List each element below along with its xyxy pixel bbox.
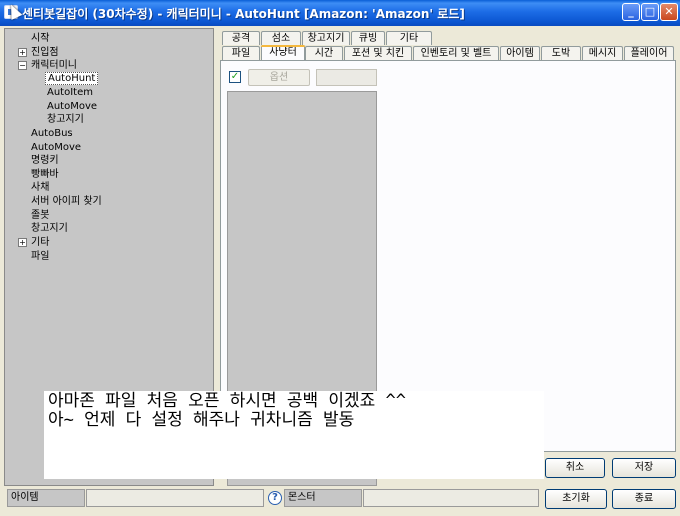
tab-item[interactable]: 아이템: [500, 46, 540, 60]
tree-item-character-mini[interactable]: 캐릭터미니: [31, 59, 77, 72]
save-button[interactable]: 저장: [612, 458, 676, 478]
tree-item-autobus[interactable]: AutoBus: [31, 127, 73, 140]
tab-attack[interactable]: 공격: [222, 31, 260, 45]
status-item-value: [86, 489, 264, 507]
status-item-label: 아이템: [7, 489, 85, 507]
minimize-button[interactable]: _: [622, 3, 640, 21]
tree-item-jolbot[interactable]: 졸봇: [31, 209, 49, 222]
tree-item-loan[interactable]: 사채: [31, 181, 49, 194]
reset-button[interactable]: 초기화: [545, 489, 607, 509]
tree-item-file[interactable]: 파일: [31, 250, 49, 263]
tree-item-autohunt[interactable]: AutoHunt: [45, 72, 99, 85]
tab-cubing[interactable]: 큐빙: [351, 31, 385, 45]
tree-item-etc[interactable]: 기타: [31, 236, 49, 249]
tab-storage[interactable]: 창고지기: [302, 31, 350, 45]
tab-seomso[interactable]: 섬소: [261, 31, 301, 45]
tree-expand-icon[interactable]: +: [18, 48, 27, 57]
caption-line-2: 아~ 언제 다 설정 해주나 귀차니즘 발동: [48, 410, 355, 430]
maximize-button[interactable]: □: [641, 3, 659, 21]
tree-item-bbangbba[interactable]: 빵빠바: [31, 168, 59, 181]
title-bar[interactable]: 센티봇길잡이 (30차수정) - 캐릭터미니 - AutoHunt [Amazo…: [0, 0, 680, 26]
tree-item-entry[interactable]: 진입점: [31, 46, 59, 59]
window-title: 센티봇길잡이 (30차수정) - 캐릭터미니 - AutoHunt [Amazo…: [22, 7, 465, 21]
main-window: 센티봇길잡이 (30차수정) - 캐릭터미니 - AutoHunt [Amazo…: [0, 0, 680, 516]
close-button[interactable]: ✕: [660, 3, 678, 21]
tab-potion-chicken[interactable]: 포션 및 치킨: [344, 46, 412, 60]
tab-inventory-belt[interactable]: 인벤토리 및 벨트: [413, 46, 499, 60]
tab-time[interactable]: 시간: [305, 46, 343, 60]
tree-item-automove[interactable]: AutoMove: [47, 100, 97, 113]
caption-overlay: 아마존 파일 처음 오픈 하시면 공백 이겠죠 ^^ 아~ 언제 다 설정 해주…: [44, 391, 544, 479]
tree-expand-icon[interactable]: +: [18, 238, 27, 247]
tab-gamble[interactable]: 도박: [541, 46, 581, 60]
tree-item-command-key[interactable]: 명령키: [31, 154, 59, 167]
tab-hunting-ground[interactable]: 사냥터: [261, 45, 305, 60]
status-monster-value: [363, 489, 539, 507]
tab-etc[interactable]: 기타: [386, 31, 432, 45]
exit-button[interactable]: 종료: [612, 489, 676, 509]
tree-item-autoitem[interactable]: AutoItem: [47, 86, 93, 99]
cancel-button[interactable]: 취소: [545, 458, 605, 478]
caption-line-1: 아마존 파일 처음 오픈 하시면 공백 이겠죠 ^^: [48, 391, 406, 411]
option-field[interactable]: [316, 69, 377, 86]
option-button[interactable]: 옵션: [248, 69, 310, 86]
enable-checkbox[interactable]: ✓: [229, 71, 241, 83]
tree-item-automove-2[interactable]: AutoMove: [31, 141, 81, 154]
tree-item-storage-2[interactable]: 창고지기: [31, 222, 68, 235]
tree-item-start[interactable]: 시작: [31, 32, 49, 45]
tab-message[interactable]: 메시지: [582, 46, 623, 60]
status-monster-label: 몬스터: [284, 489, 362, 507]
help-icon[interactable]: ?: [268, 491, 282, 505]
tab-player[interactable]: 플레이어: [624, 46, 674, 60]
tree-item-storage[interactable]: 창고지기: [47, 113, 84, 126]
tab-file[interactable]: 파일: [222, 46, 260, 60]
tree-item-server-ip[interactable]: 서버 아이피 찾기: [31, 195, 102, 208]
tree-collapse-icon[interactable]: −: [18, 61, 27, 70]
